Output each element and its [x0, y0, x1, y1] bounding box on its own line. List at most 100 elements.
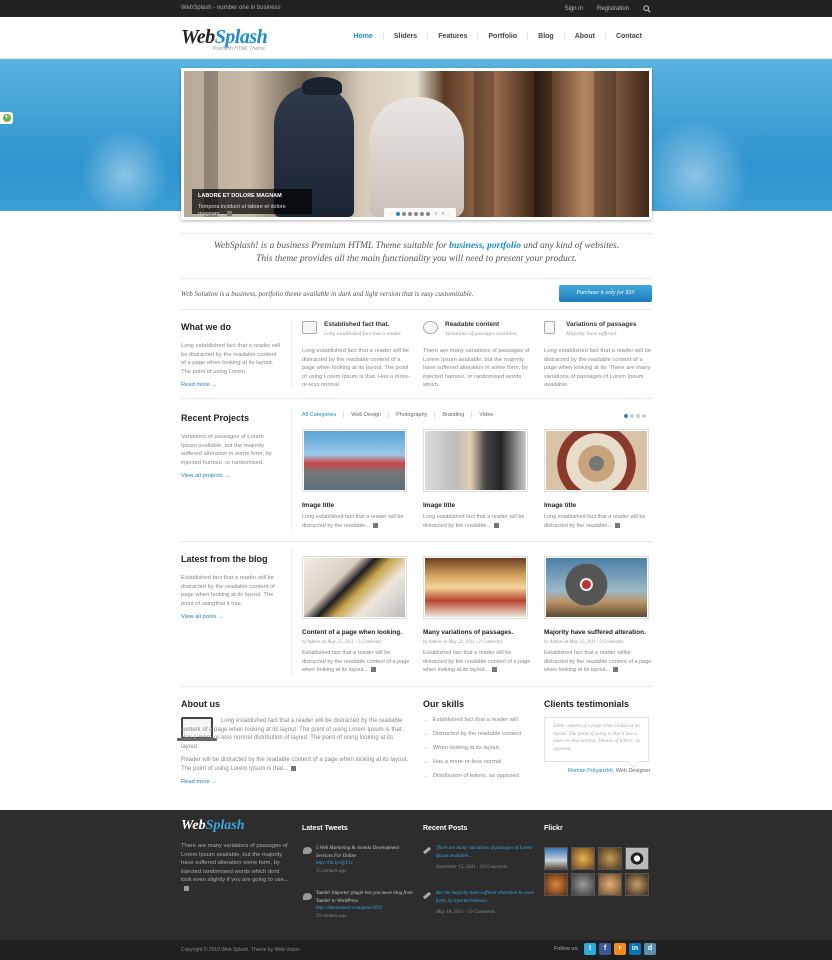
slider-dot[interactable]: [426, 211, 430, 216]
recent-post-item: There are many variations of passages of…: [436, 846, 533, 870]
feature-item: Variations of passages Majority have suf…: [544, 321, 651, 389]
copyright: Copyright © 2010 Web Splash. Theme by We…: [181, 947, 300, 953]
recent-post-item: But the majority have suffered alteratio…: [436, 891, 534, 915]
more-icon[interactable]: [372, 522, 378, 528]
linkedin-icon[interactable]: in: [629, 943, 641, 955]
footer-logo[interactable]: WebSplash: [181, 818, 245, 834]
slider-dot[interactable]: [402, 211, 406, 216]
tweet-link[interactable]: http://bit.ly/sfyT1s: [316, 861, 353, 866]
follow-us-label: Follow us:: [554, 946, 579, 952]
flickr-photo[interactable]: [571, 873, 595, 896]
nav-sliders[interactable]: Sliders: [382, 33, 427, 40]
blog-card[interactable]: Content of a page when looking. by Admin…: [302, 556, 410, 675]
slider-dot[interactable]: [414, 211, 418, 216]
intro-text: WebSplash! is a business Premium HTML Th…: [213, 241, 620, 264]
flickr-photo[interactable]: [598, 847, 622, 870]
about-read-more-link[interactable]: Read more →: [181, 779, 217, 785]
tweet-link[interactable]: http://themedweb.com/pane/2011: [316, 906, 382, 911]
delicious-icon[interactable]: d: [644, 943, 656, 955]
about-text: Long established fact that a reader will…: [181, 718, 404, 750]
page-dot[interactable]: [624, 414, 628, 418]
view-all-projects-link[interactable]: View all projects →: [181, 473, 281, 479]
blog-thumbnail[interactable]: [423, 556, 528, 619]
nav-home[interactable]: Home: [343, 33, 382, 40]
nav-features[interactable]: Features: [427, 33, 477, 40]
next-arrow-icon[interactable]: ›: [442, 211, 444, 217]
flickr-photo[interactable]: [625, 873, 649, 896]
registration-link[interactable]: Registration: [597, 6, 629, 12]
flickr-photo[interactable]: [598, 873, 622, 896]
footer-about-text: There are many variations of passages of…: [181, 842, 289, 894]
blog-card[interactable]: Many variations of passages. by Admin on…: [423, 556, 531, 675]
slider-dot[interactable]: [396, 211, 400, 216]
nav-about[interactable]: About: [563, 33, 605, 40]
page-dot[interactable]: [636, 414, 640, 418]
image-slider[interactable]: LABORE ET DOLORE MAGNAM Tempora incidunt…: [181, 68, 652, 220]
sign-in-link[interactable]: Sign in: [565, 6, 583, 12]
project-thumbnail[interactable]: [423, 429, 528, 492]
search-icon[interactable]: [643, 5, 651, 13]
nav-blog[interactable]: Blog: [527, 33, 564, 40]
more-icon[interactable]: [493, 522, 499, 528]
feature-item: Established fact that. Long established …: [302, 321, 410, 389]
nav-portfolio[interactable]: Portfolio: [477, 33, 527, 40]
more-icon[interactable]: [614, 522, 620, 528]
flickr-photo[interactable]: [571, 847, 595, 870]
facebook-icon[interactable]: f: [599, 943, 611, 955]
slider-dot[interactable]: [420, 211, 424, 216]
page-dot[interactable]: [642, 414, 646, 418]
more-icon[interactable]: [291, 765, 297, 771]
flickr-photo[interactable]: [544, 847, 568, 870]
blog-thumbnail[interactable]: [302, 556, 407, 619]
flickr-photo[interactable]: [544, 873, 568, 896]
filter-web-design[interactable]: Web Design: [343, 412, 388, 418]
project-card[interactable]: Image title Long established fact that a…: [423, 429, 531, 530]
what-we-do-section: What we do Long established fact that a …: [181, 322, 281, 388]
twitter-icon[interactable]: t: [584, 943, 596, 955]
testimonials-title: Clients testimonials: [544, 699, 630, 709]
hero-glow: [640, 119, 750, 229]
bird-icon: [303, 893, 312, 900]
blog-card[interactable]: Majority have suffered alteration. by Ad…: [544, 556, 652, 675]
filter-all-categories[interactable]: All Categories: [302, 412, 343, 418]
more-icon[interactable]: [226, 210, 232, 216]
logo-subtitle: Premium HTML Theme: [213, 46, 265, 52]
filter-photography[interactable]: Photography: [388, 412, 434, 418]
view-all-posts-link[interactable]: View all posts →: [181, 614, 281, 620]
more-icon[interactable]: [613, 667, 619, 673]
project-thumbnail[interactable]: [302, 429, 407, 492]
skill-item: Distribution of letters, as opposed: [423, 773, 531, 787]
flickr-photo[interactable]: [625, 847, 649, 870]
intro-link[interactable]: business, portfolio: [449, 241, 521, 251]
project-filters: All Categories Web Design Photography Br…: [302, 412, 500, 418]
skill-item: Has a more-or-less normal: [423, 759, 531, 773]
logo[interactable]: WebSplash Premium HTML Theme: [181, 26, 268, 52]
prev-arrow-icon[interactable]: ‹: [435, 211, 437, 217]
more-icon[interactable]: [492, 667, 498, 673]
tweet-item: 5 Web Marketing & Joomla Development Ser…: [316, 846, 399, 874]
about-title: About us: [181, 699, 220, 709]
skills-title: Our skills: [423, 699, 465, 709]
project-card[interactable]: Image title Long established fact that a…: [302, 429, 410, 530]
monitor-icon: [302, 321, 317, 334]
filter-video[interactable]: Video: [471, 412, 500, 418]
flickr-gallery: [544, 847, 652, 896]
more-icon[interactable]: [184, 885, 189, 891]
project-card[interactable]: Image title Long established fact that a…: [544, 429, 652, 530]
skill-item: When looking at its layout: [423, 745, 531, 759]
more-icon[interactable]: [371, 667, 377, 673]
slider-dot[interactable]: [408, 211, 412, 216]
nav-contact[interactable]: Contact: [604, 33, 652, 40]
latest-tweets-title: Latest Tweets: [302, 825, 348, 832]
read-more-link[interactable]: Read more →: [181, 382, 281, 388]
blog-thumbnail[interactable]: [544, 556, 649, 619]
purchase-button[interactable]: Purchase it only for $35: [559, 285, 652, 302]
project-thumbnail[interactable]: [544, 429, 649, 492]
filter-branding[interactable]: Branding: [434, 412, 471, 418]
slide-caption-title: LABORE ET DOLORE MAGNAM: [198, 193, 282, 199]
site-tagline: WebSplash - number one in business: [181, 5, 281, 11]
side-toggle-button[interactable]: +: [0, 112, 13, 124]
rss-icon[interactable]: r: [614, 943, 626, 955]
testimonial-author: Roman Polyanzkh, Web Designer: [568, 768, 651, 774]
page-dot[interactable]: [630, 414, 634, 418]
